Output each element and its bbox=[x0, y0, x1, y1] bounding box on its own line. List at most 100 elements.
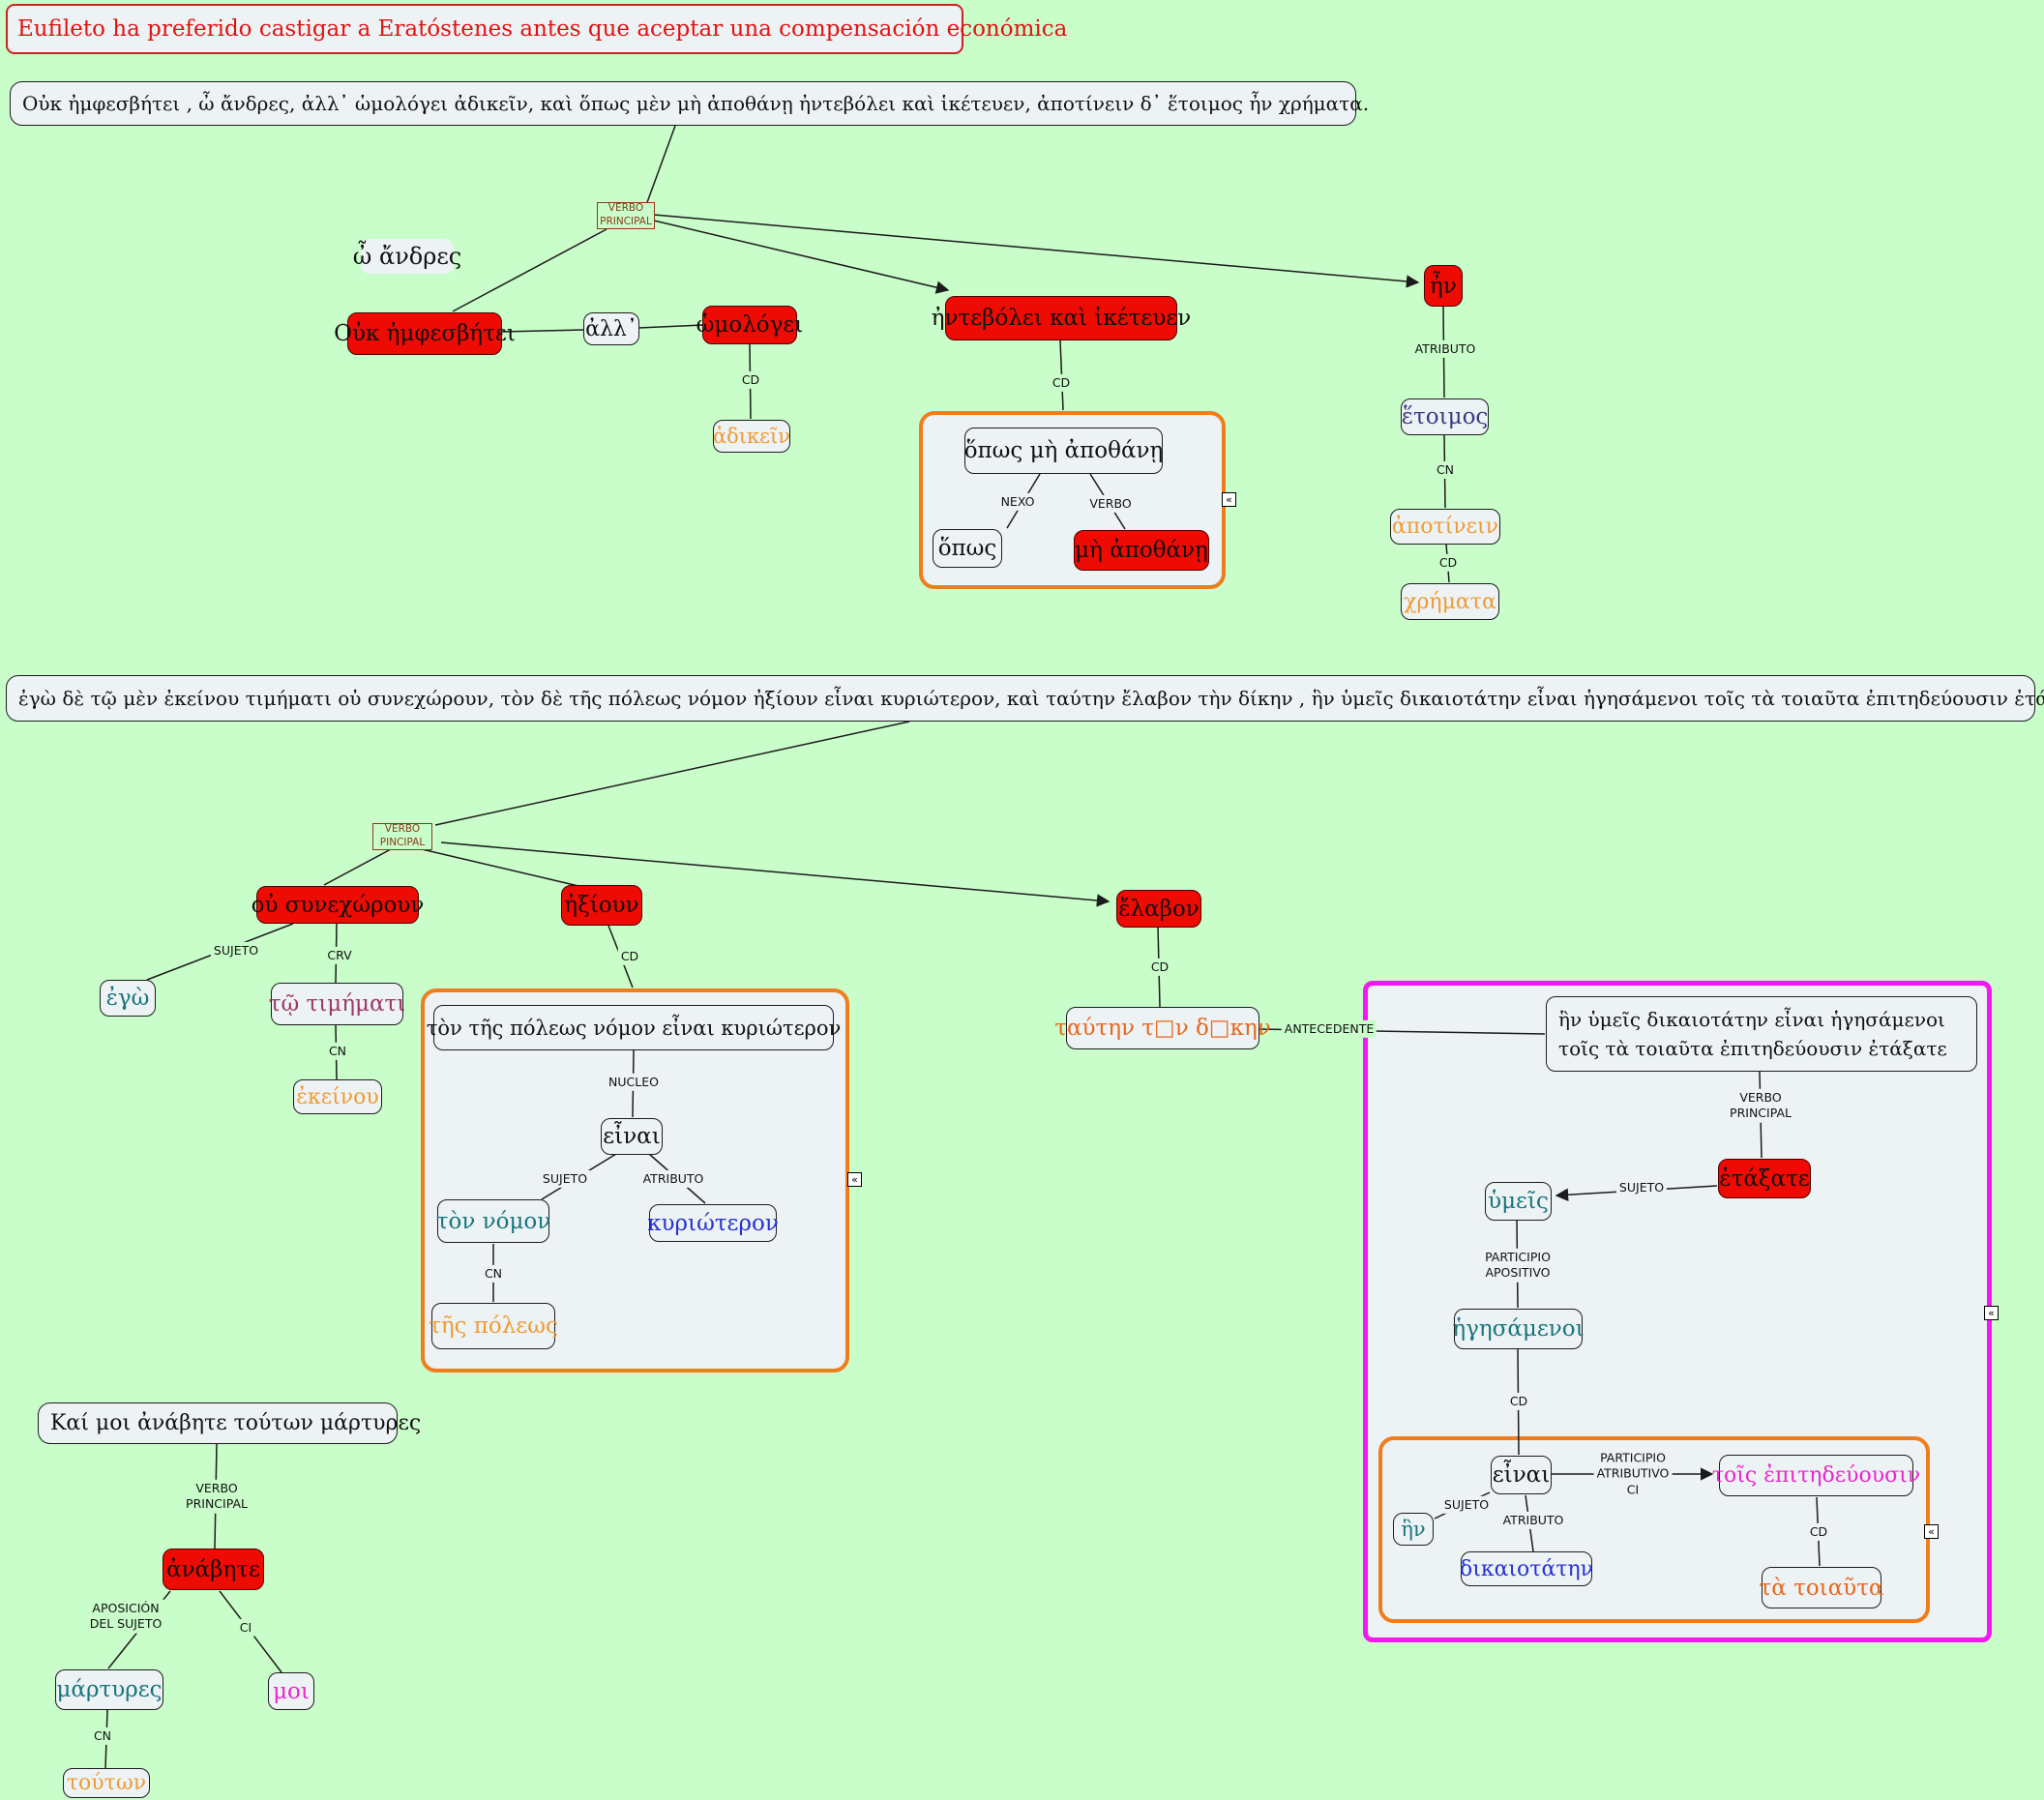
sentence-2-box[interactable]: ἐγὼ δὲ τῷ μὲν ἐκείνου τιμήματι οὐ συνεχώ… bbox=[6, 675, 2035, 722]
collapse-glyph: « bbox=[1226, 493, 1232, 506]
edge-label-verbo[interactable]: VERBO bbox=[1086, 495, 1134, 513]
node-to-timemati[interactable]: τῷ τιμήματι bbox=[271, 983, 403, 1025]
edge-label-atributo-2[interactable]: ATRIBUTO bbox=[640, 1170, 707, 1188]
edge-label-cd-elabon[interactable]: CD bbox=[1148, 959, 1171, 976]
node-tois-text: τοῖς ἐπιτηδεύουσιν bbox=[1712, 1463, 1920, 1488]
node-etoimos[interactable]: ἕτοιμος bbox=[1401, 398, 1489, 435]
edge-label-participio-atributivo-ci[interactable]: PARTICIPIO ATRIBUTIVO CI bbox=[1594, 1450, 1673, 1499]
node-martyres[interactable]: μάρτυρες bbox=[55, 1669, 163, 1710]
node-martyres-text: μάρτυρες bbox=[56, 1677, 162, 1702]
connector-tag2-exioun bbox=[422, 849, 578, 886]
collapse-glyph: « bbox=[1928, 1525, 1935, 1538]
edge-label-cn-ekeinou[interactable]: CN bbox=[326, 1043, 349, 1060]
node-anabete[interactable]: ἀνάβητε bbox=[163, 1549, 264, 1590]
node-alla[interactable]: ἀλλ᾽ bbox=[583, 312, 639, 345]
node-ton-nomon[interactable]: τὸν νόμον bbox=[437, 1199, 549, 1243]
node-moi[interactable]: μοι bbox=[268, 1672, 314, 1710]
node-me-apothane[interactable]: μὴ ἀποθάνῃ bbox=[1074, 530, 1209, 571]
node-dikaiotaten[interactable]: δικαιοτάτην bbox=[1461, 1551, 1592, 1586]
node-chremata[interactable]: χρήματα bbox=[1401, 583, 1499, 620]
node-ymeis[interactable]: ὑμεῖς bbox=[1485, 1182, 1552, 1221]
edge-label-crv[interactable]: CRV bbox=[324, 947, 354, 964]
edge-label-nucleo[interactable]: NUCLEO bbox=[606, 1074, 662, 1091]
node-ego[interactable]: ἐγὼ bbox=[100, 980, 156, 1017]
edge-label-sujeto-rel[interactable]: SUJETO bbox=[1616, 1179, 1667, 1196]
connector-tag1-entebolei bbox=[654, 221, 948, 290]
edge-label-nexo[interactable]: NEXO bbox=[998, 493, 1038, 511]
map-title[interactable]: Eufileto ha preferido castigar a Eratóst… bbox=[6, 4, 963, 54]
node-hopos-clause[interactable]: ὅπως μὴ ἀποθάνῃ bbox=[964, 428, 1163, 474]
node-chremata-text: χρήματα bbox=[1404, 590, 1496, 614]
node-ta-toiauta-text: τὰ τοιαῦτα bbox=[1760, 1576, 1884, 1601]
node-tois-epitedeuousin[interactable]: τοῖς ἐπιτηδεύουσιν bbox=[1719, 1455, 1913, 1496]
node-ouk-emfesbetei[interactable]: Οὐκ ἠμφεσβήτει bbox=[347, 312, 502, 355]
edge-label-cn-toutou[interactable]: CN bbox=[91, 1727, 114, 1745]
node-tauten-ten-diken[interactable]: ταύτην τ□ν δ□κην bbox=[1066, 1007, 1259, 1049]
collapse-icon[interactable]: « bbox=[1222, 492, 1236, 507]
edge-label-cn-poleos[interactable]: CN bbox=[482, 1265, 505, 1283]
connector-alla-homologei bbox=[638, 325, 703, 328]
node-entebolei[interactable]: ἠντεβόλει καὶ ἱκέτευεν bbox=[945, 296, 1177, 340]
edge-label-participio-apositivo[interactable]: PARTICIPIO APOSITIVO bbox=[1482, 1249, 1554, 1283]
node-tes-poleos-text: τῆς πόλεως bbox=[429, 1313, 558, 1339]
node-en-rel[interactable]: ἣν bbox=[1393, 1513, 1434, 1546]
edge-label-antecedente[interactable]: ANTECEDENTE bbox=[1282, 1020, 1377, 1038]
node-ton-nomon-text: τὸν νόμον bbox=[436, 1209, 550, 1234]
node-etaxate[interactable]: ἐτάξατε bbox=[1718, 1159, 1811, 1198]
node-etoimos-text: ἕτοιμος bbox=[1402, 404, 1489, 429]
node-ou-synechoroun[interactable]: οὐ συνεχώρουν bbox=[256, 886, 419, 924]
node-o-andres[interactable]: ὦ ἄνδρες bbox=[361, 239, 454, 274]
connector-tag2-elabon bbox=[441, 842, 1109, 901]
sentence-1-box[interactable]: Οὐκ ἠμφεσβήτει , ὦ ἄνδρες, ἀλλ᾽ ὡμολόγει… bbox=[10, 81, 1356, 126]
node-en-rel-text: ἣν bbox=[1401, 1518, 1425, 1541]
edge-label-aposicion-del-sujeto[interactable]: APOSICIÓN DEL SUJETO bbox=[87, 1600, 165, 1634]
node-einai-rel[interactable]: εἶναι bbox=[1491, 1456, 1552, 1494]
edge-label-sujeto-einai[interactable]: SUJETO bbox=[1441, 1496, 1492, 1514]
node-kyrioteron[interactable]: κυριώτερον bbox=[649, 1204, 777, 1242]
node-apotinein[interactable]: ἀποτίνειν bbox=[1390, 509, 1500, 545]
node-toutou-text: τούτων bbox=[67, 1771, 146, 1795]
edge-label-cd-rel[interactable]: CD bbox=[1507, 1393, 1530, 1410]
node-hopos[interactable]: ὅπως bbox=[933, 529, 1002, 568]
edge-label-cd-exioun[interactable]: CD bbox=[618, 948, 641, 965]
edge-label-ci[interactable]: CI bbox=[237, 1619, 254, 1637]
node-tes-poleos[interactable]: τῆς πόλεως bbox=[431, 1303, 555, 1349]
node-ta-toiauta[interactable]: τὰ τοιαῦτα bbox=[1762, 1567, 1881, 1608]
edge-label-cd-clause[interactable]: CD bbox=[1050, 374, 1073, 392]
node-toutou[interactable]: τούτων bbox=[63, 1768, 150, 1798]
verbo-pincipal-tag-2[interactable]: VERBO PINCIPAL bbox=[372, 823, 432, 850]
node-ekeinou[interactable]: ἐκείνου bbox=[293, 1079, 382, 1114]
sentence-3-box[interactable]: Καί μοι ἀνάβητε τούτων μάρτυρες bbox=[38, 1402, 398, 1444]
edge-label-cd-chremata[interactable]: CD bbox=[1437, 554, 1460, 572]
edge-label-sujeto-2[interactable]: SUJETO bbox=[540, 1170, 590, 1188]
edge-label-verbo-principal-rel[interactable]: VERBO PRINCIPAL bbox=[1727, 1089, 1794, 1123]
node-elabon[interactable]: ἔλαβον bbox=[1116, 890, 1201, 928]
edge-label-cn-1[interactable]: CN bbox=[1434, 461, 1457, 479]
node-hegesamenoi[interactable]: ἡγησάμενοι bbox=[1454, 1309, 1583, 1349]
edge-label-cd-tatoiauta[interactable]: CD bbox=[1807, 1523, 1830, 1541]
node-ego-text: ἐγὼ bbox=[106, 986, 150, 1011]
node-exioun[interactable]: ἠξίουν bbox=[561, 885, 642, 926]
node-adikein-text: ἀδικεῖν bbox=[713, 425, 790, 448]
edge-label-atributo-1[interactable]: ATRIBUTO bbox=[1412, 340, 1479, 358]
verbo-principal-tag-1[interactable]: VERBO PRINCIPAL bbox=[597, 202, 655, 229]
collapse-icon[interactable]: « bbox=[1924, 1524, 1939, 1539]
connector-s2-to-tag bbox=[435, 722, 909, 825]
node-en[interactable]: ἦν bbox=[1424, 265, 1463, 307]
node-adikein[interactable]: ἀδικεῖν bbox=[713, 420, 790, 453]
edge-label-atributo-einai[interactable]: ATRIBUTO bbox=[1500, 1512, 1567, 1529]
node-homologei[interactable]: ὡμολόγει bbox=[702, 306, 797, 344]
node-relative-sentence[interactable]: ἣν ὑμεῖς δικαιοτάτην εἶναι ἡγησάμενοι το… bbox=[1546, 996, 1977, 1072]
connector-tag2-ousyn bbox=[324, 849, 391, 885]
node-ton-tes-clause[interactable]: τὸν τῆς πόλεως νόμον εἶναι κυριώτερον bbox=[433, 1005, 834, 1050]
node-apotinein-text: ἀποτίνειν bbox=[1392, 515, 1498, 539]
edge-label-verbo-principal-3[interactable]: VERBO PRINCIPAL bbox=[183, 1480, 251, 1514]
node-hegesamenoi-text: ἡγησάμενοι bbox=[1452, 1316, 1584, 1342]
collapse-glyph: « bbox=[851, 1173, 858, 1186]
edge-label-cd-adikein[interactable]: CD bbox=[739, 371, 762, 389]
collapse-icon[interactable]: « bbox=[1984, 1306, 1999, 1320]
node-einai[interactable]: εἶναι bbox=[601, 1118, 663, 1155]
edge-label-sujeto-1[interactable]: SUJETO bbox=[211, 942, 261, 959]
collapse-icon[interactable]: « bbox=[847, 1172, 862, 1187]
node-moi-text: μοι bbox=[273, 1679, 310, 1704]
